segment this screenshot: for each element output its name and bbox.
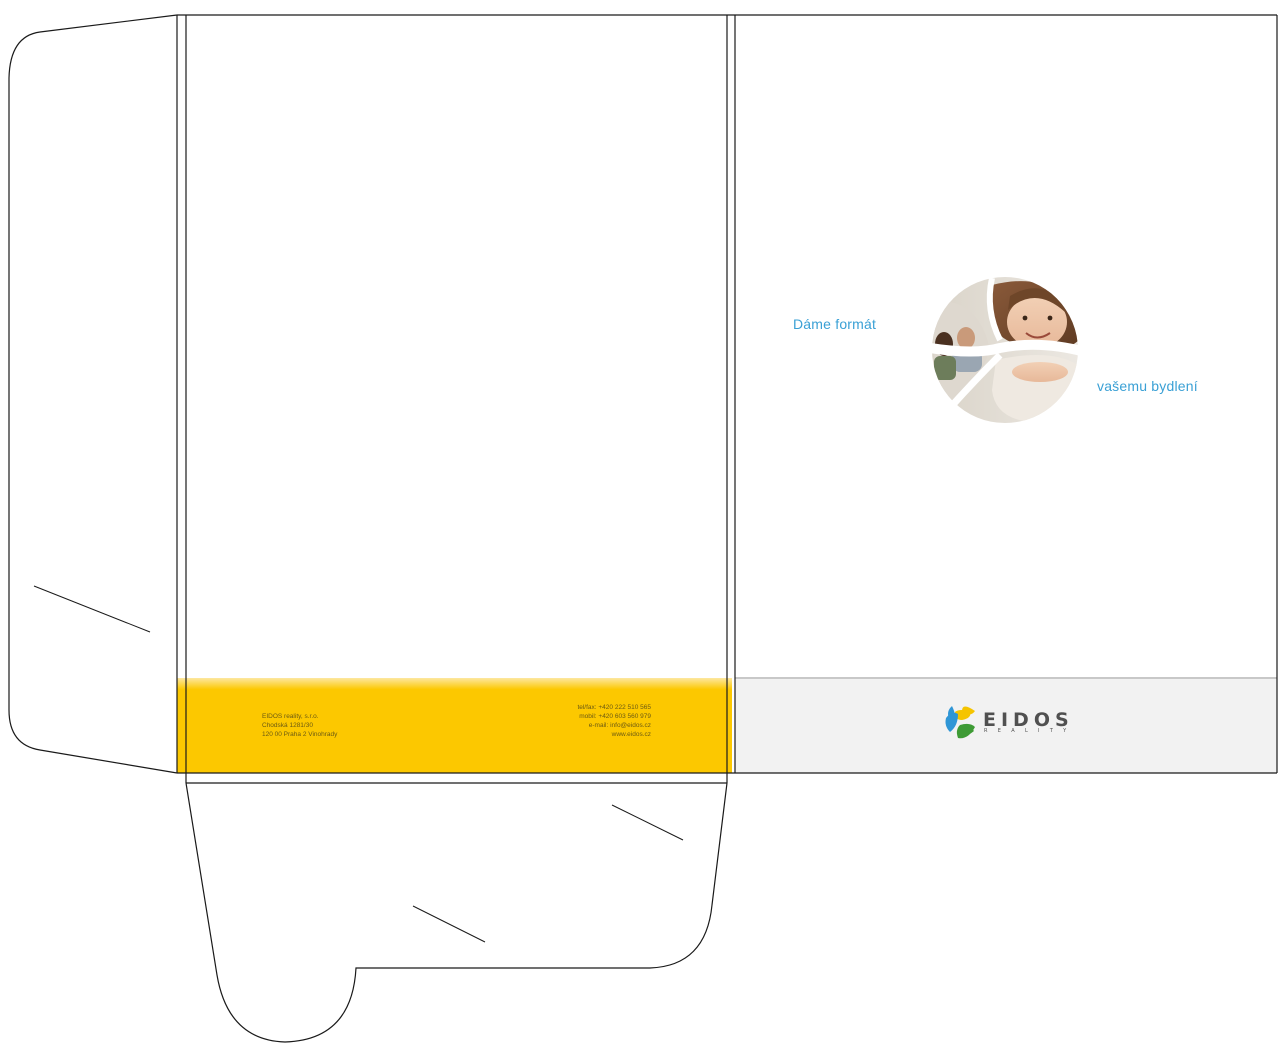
folder-dieline <box>8 14 1278 1043</box>
left-side-flap <box>8 14 178 774</box>
address-line: EIDOS reality, s.r.o. <box>262 713 319 720</box>
pocket-slit-left <box>412 905 486 943</box>
contact-line: e-mail: info@eidos.cz <box>588 722 651 729</box>
contact-line: tel/fax: +420 222 510 565 <box>577 704 651 711</box>
logo-subtitle: REALITY <box>984 728 1077 734</box>
tagline-second: vašemu bydlení <box>1097 378 1198 394</box>
address-line: 120 00 Praha 2 Vinohrady <box>262 731 338 738</box>
contact-line: mobil: +420 603 560 979 <box>579 713 651 720</box>
back-contact-block: tel/fax: +420 222 510 565 mobil: +420 60… <box>470 703 651 739</box>
back-address-block: EIDOS reality, s.r.o. Chodská 1281/30 12… <box>262 712 462 739</box>
contact-line: www.eidos.cz <box>611 731 651 738</box>
family-photo-petal-icon <box>929 277 1087 423</box>
tagline-first: Dáme formát <box>793 316 877 332</box>
address-line: Chodská 1281/30 <box>262 722 313 729</box>
left-flap-slit <box>33 585 151 633</box>
pocket-slit-right <box>611 804 684 841</box>
